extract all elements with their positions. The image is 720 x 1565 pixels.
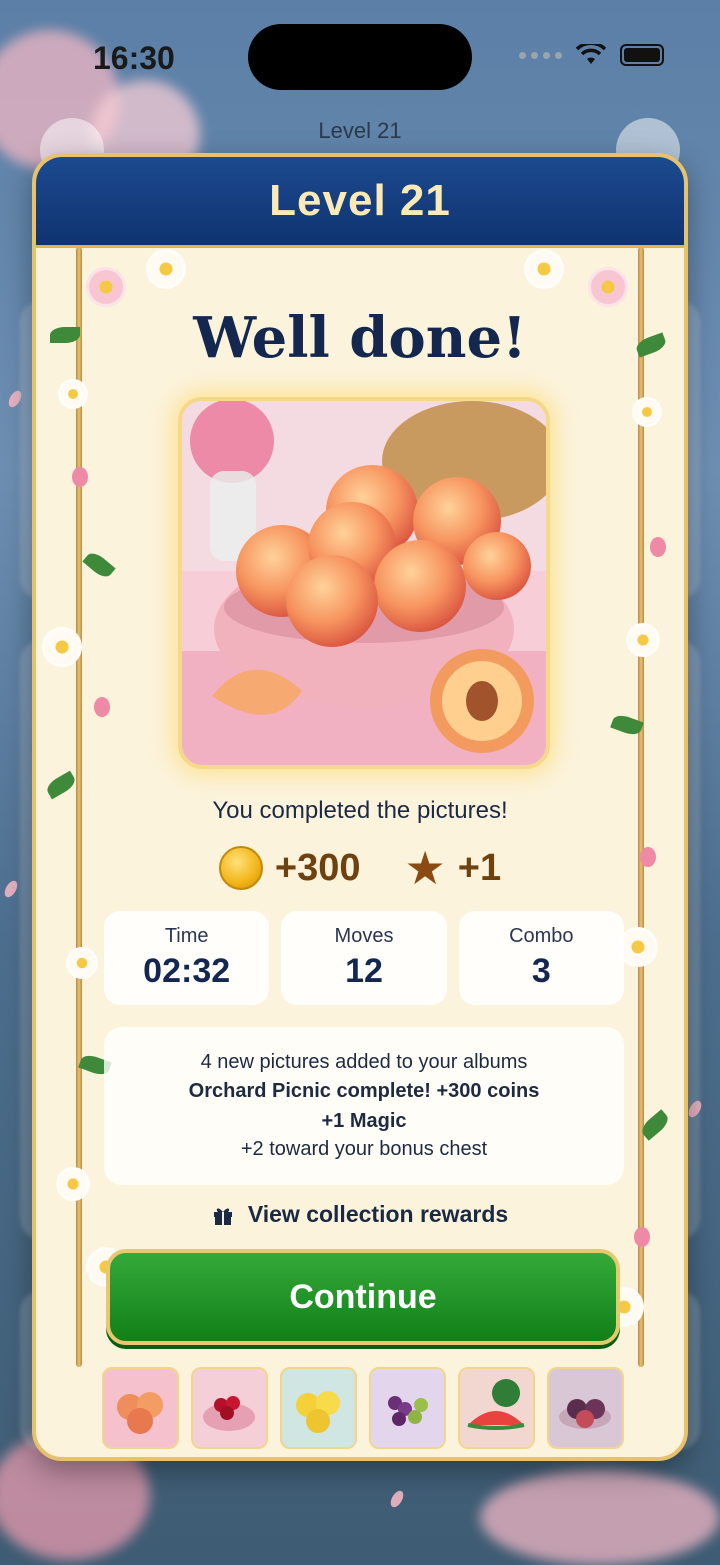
bud-decoration	[650, 537, 666, 557]
flower-decoration	[86, 267, 126, 307]
peaches-thumbnail-image	[104, 1369, 177, 1447]
thumbnail-peaches[interactable]	[102, 1367, 179, 1449]
watermelon-thumbnail-image	[460, 1369, 533, 1447]
stat-combo: Combo 3	[458, 911, 624, 1005]
flower-decoration	[56, 1167, 90, 1201]
thumbnail-cherries[interactable]	[191, 1367, 268, 1449]
leaf-decoration	[82, 549, 116, 581]
completed-picture	[178, 397, 550, 769]
figs-thumbnail-image	[549, 1369, 622, 1447]
view-collection-rewards-link[interactable]: View collection rewards	[36, 1201, 684, 1228]
flower-decoration	[58, 379, 88, 409]
flower-decoration	[626, 623, 660, 657]
petal	[388, 1488, 406, 1510]
star-reward: +1	[457, 846, 502, 889]
peach-picture-image	[182, 401, 546, 765]
album-thumbnails	[102, 1367, 626, 1449]
background-level-label: Level 21	[318, 118, 402, 143]
signal-icon	[519, 51, 562, 59]
coin-icon	[218, 846, 263, 890]
bud-decoration	[634, 1227, 650, 1247]
continue-button[interactable]: Continue	[106, 1249, 620, 1345]
flower-decoration	[588, 267, 628, 307]
background-blossom	[480, 1470, 720, 1565]
status-bar: 16:30	[0, 0, 720, 110]
info-collection-complete: Orchard Picnic complete! +300 coins	[188, 1080, 540, 1102]
rewards-row: +300 ★ +1	[36, 845, 684, 891]
cherries-thumbnail-image	[193, 1369, 266, 1447]
status-time: 16:30	[93, 40, 175, 76]
coin-reward: +300	[274, 846, 361, 889]
info-bonus-chest: +2 toward your bonus chest	[240, 1138, 488, 1160]
dynamic-island	[248, 24, 472, 90]
gift-icon	[213, 1208, 232, 1225]
modal-header: Level 21	[36, 157, 684, 248]
level-complete-modal: Level 21 Well done! You completed the pi…	[32, 153, 688, 1461]
battery-icon	[620, 44, 664, 66]
stat-label: Time	[164, 925, 209, 947]
star-icon: ★	[404, 842, 446, 894]
thumbnail-grapes[interactable]	[369, 1367, 446, 1449]
stat-moves: Moves 12	[281, 911, 447, 1005]
modal-title: Level 21	[269, 176, 451, 225]
view-collection-rewards-label: View collection rewards	[247, 1201, 509, 1227]
stat-value: 12	[345, 952, 383, 990]
stat-value: 02:32	[143, 952, 231, 990]
stat-value: 3	[531, 952, 551, 990]
flower-decoration	[146, 249, 186, 289]
flower-decoration	[618, 927, 658, 967]
stat-time: Time 02:32	[104, 911, 270, 1005]
album-info-panel: 4 new pictures added to your albums Orch…	[104, 1027, 624, 1185]
status-icons	[519, 44, 664, 66]
completed-message: You completed the pictures!	[212, 797, 508, 824]
info-magic-reward: +1 Magic	[321, 1110, 407, 1132]
flower-decoration	[66, 947, 98, 979]
well-done-heading: Well done!	[193, 305, 527, 371]
bud-decoration	[72, 467, 88, 487]
flower-decoration	[632, 397, 662, 427]
wifi-icon	[576, 44, 606, 64]
continue-button-label: Continue	[289, 1277, 437, 1316]
thumbnail-lemons[interactable]	[280, 1367, 357, 1449]
flower-decoration	[42, 627, 82, 667]
flower-decoration	[524, 249, 564, 289]
stat-label: Combo	[509, 925, 574, 947]
thumbnail-figs[interactable]	[547, 1367, 624, 1449]
thumbnail-watermelon[interactable]	[458, 1367, 535, 1449]
petal	[2, 878, 20, 900]
stat-label: Moves	[334, 925, 394, 947]
lemons-thumbnail-image	[282, 1369, 355, 1447]
stats-row: Time 02:32 Moves 12 Combo 3	[104, 911, 624, 1005]
bud-decoration	[94, 697, 110, 717]
leaf-decoration	[44, 770, 78, 800]
info-new-pictures: 4 new pictures added to your albums	[200, 1051, 528, 1073]
grapes-thumbnail-image	[371, 1369, 444, 1447]
